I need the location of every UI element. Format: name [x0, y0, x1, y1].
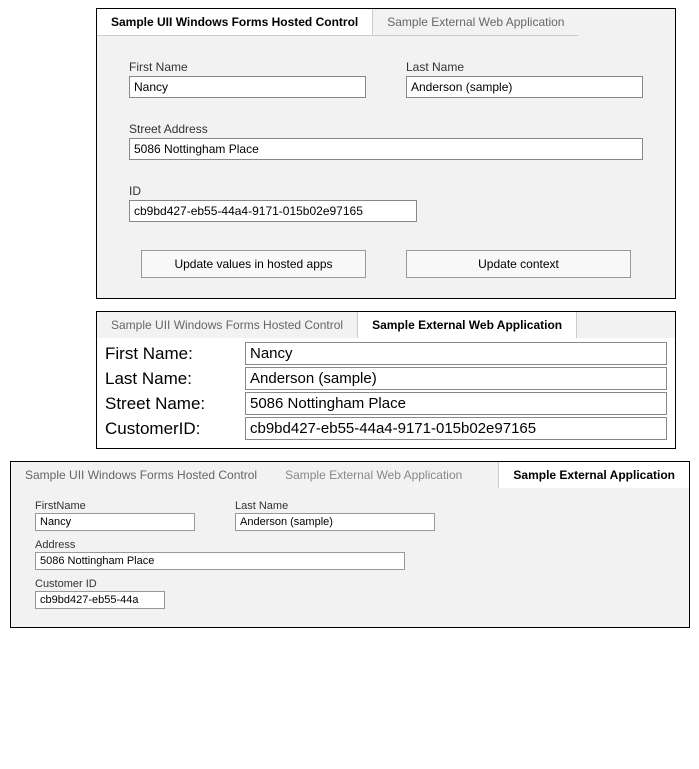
last-name-field-group: Last Name — [406, 60, 643, 98]
customer-id-field-group: Customer ID — [35, 578, 165, 609]
last-name-input[interactable] — [406, 76, 643, 98]
street-address-field-group: Street Address — [129, 122, 643, 160]
street-address-input[interactable] — [129, 138, 643, 160]
address-field-group: Address — [35, 539, 405, 570]
tab-external-web-app[interactable]: Sample External Web Application — [357, 312, 577, 338]
customer-id-input[interactable] — [35, 591, 165, 609]
tabs: Sample UII Windows Forms Hosted Control … — [97, 312, 675, 338]
panel-body: First Name Last Name Street Address ID U… — [97, 36, 675, 298]
first-name-input[interactable] — [35, 513, 195, 531]
street-name-input[interactable] — [245, 392, 667, 415]
first-name-label: First Name: — [105, 344, 245, 364]
tabs: Sample UII Windows Forms Hosted Control … — [97, 9, 675, 36]
tab-external-web-app[interactable]: Sample External Web Application — [373, 9, 578, 36]
last-name-label: Last Name: — [105, 369, 245, 389]
customer-id-label: Customer ID — [35, 578, 165, 590]
id-field-group: ID — [129, 184, 417, 222]
panel-body: FirstName Last Name Address Customer ID — [11, 488, 689, 627]
first-name-input[interactable] — [129, 76, 366, 98]
first-name-input[interactable] — [245, 342, 667, 365]
update-hosted-apps-button[interactable]: Update values in hosted apps — [141, 250, 366, 278]
customer-id-label: CustomerID: — [105, 419, 245, 439]
street-address-label: Street Address — [129, 122, 643, 136]
panel-body: First Name: Last Name: Street Name: Cust… — [97, 338, 675, 448]
customer-id-input[interactable] — [245, 417, 667, 440]
tab-winforms-hosted-control[interactable]: Sample UII Windows Forms Hosted Control — [11, 462, 271, 488]
tab-external-application[interactable]: Sample External Application — [498, 462, 689, 488]
external-web-app-panel: Sample UII Windows Forms Hosted Control … — [96, 311, 676, 449]
tab-winforms-hosted-control[interactable]: Sample UII Windows Forms Hosted Control — [97, 312, 357, 338]
tabs: Sample UII Windows Forms Hosted Control … — [11, 462, 689, 488]
id-label: ID — [129, 184, 417, 198]
last-name-field-group: Last Name — [235, 500, 435, 531]
last-name-input[interactable] — [245, 367, 667, 390]
last-name-label: Last Name — [235, 500, 435, 512]
address-input[interactable] — [35, 552, 405, 570]
update-context-button[interactable]: Update context — [406, 250, 631, 278]
first-name-field-group: First Name — [129, 60, 366, 98]
street-name-label: Street Name: — [105, 394, 245, 414]
first-name-label: FirstName — [35, 500, 195, 512]
id-input[interactable] — [129, 200, 417, 222]
first-name-field-group: FirstName — [35, 500, 195, 531]
first-name-label: First Name — [129, 60, 366, 74]
last-name-label: Last Name — [406, 60, 643, 74]
address-label: Address — [35, 539, 405, 551]
external-application-panel: Sample UII Windows Forms Hosted Control … — [10, 461, 690, 628]
tab-winforms-hosted-control[interactable]: Sample UII Windows Forms Hosted Control — [97, 9, 373, 36]
winforms-hosted-control-panel: Sample UII Windows Forms Hosted Control … — [96, 8, 676, 299]
last-name-input[interactable] — [235, 513, 435, 531]
tab-external-web-app[interactable]: Sample External Web Application — [271, 462, 476, 488]
